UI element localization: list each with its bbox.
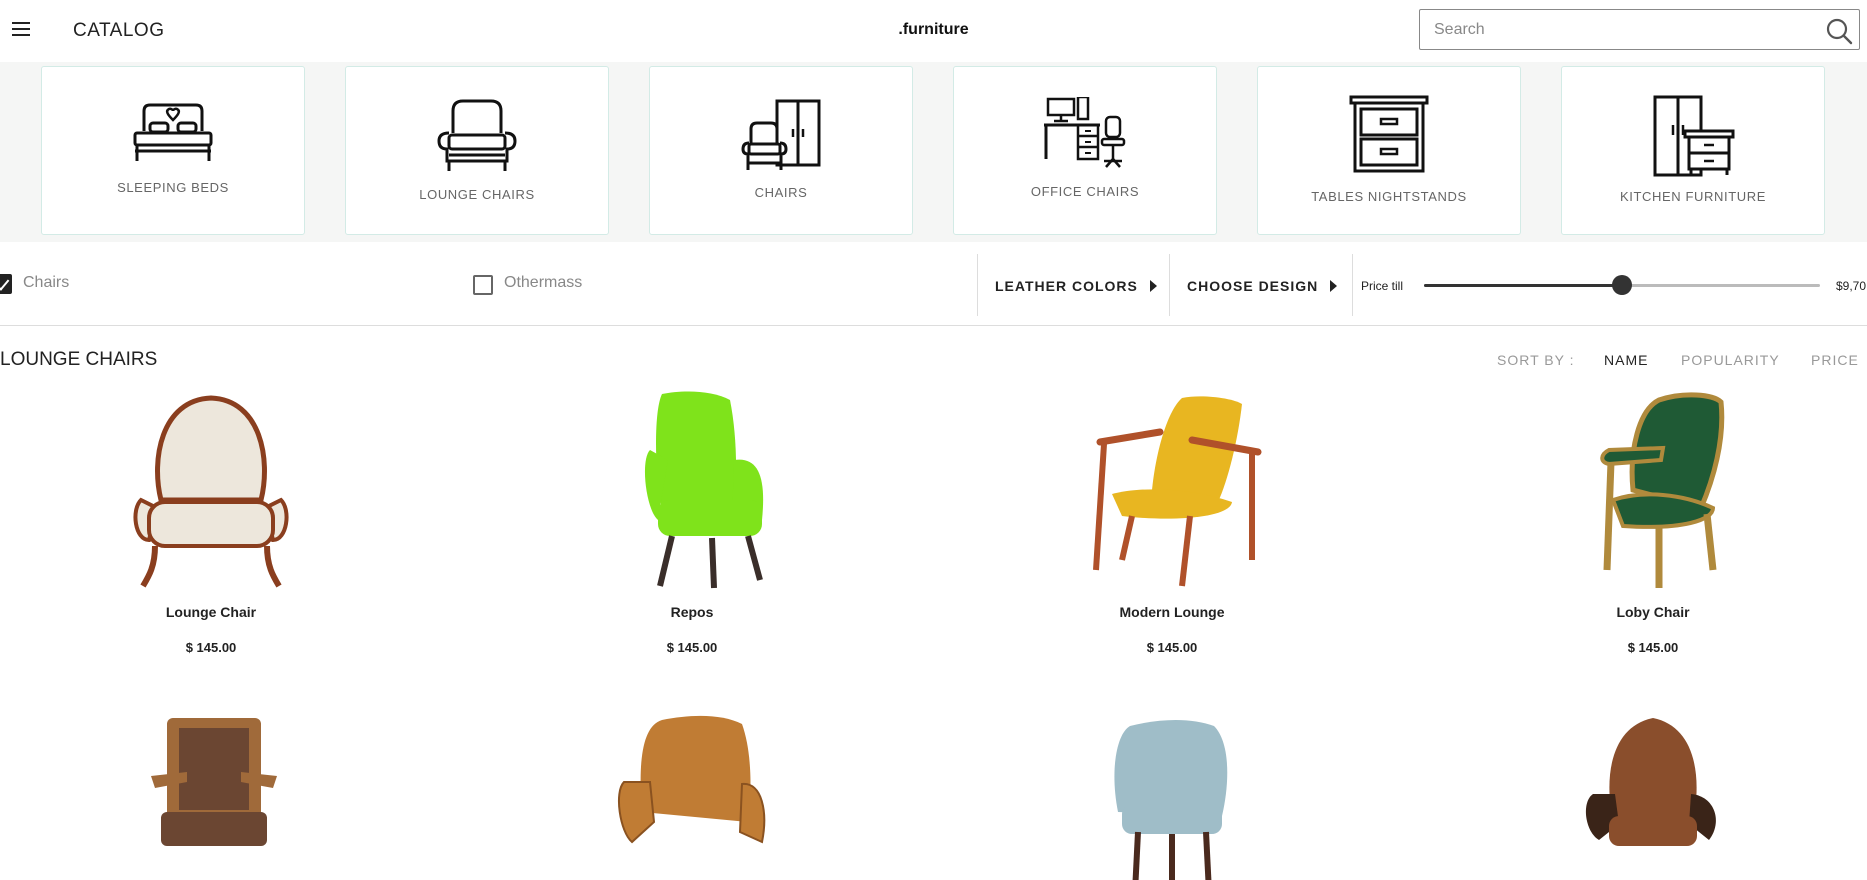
cabinet-icon [1653,95,1735,177]
product-image [644,391,764,589]
category-label: CHAIRS [754,185,808,200]
armchair-icon [437,99,517,171]
product-image [1093,396,1262,587]
search-icon[interactable] [1825,17,1853,45]
filter-bar: Chairs Othermass LEATHER COLORS CHOOSE D… [0,244,1867,326]
product-name[interactable]: Repos [542,604,842,620]
sort-option-price[interactable]: PRICE [1811,352,1859,368]
product-price: $ 145.00 [185,640,237,655]
chair-leg [1703,513,1717,571]
chair-leg [1093,443,1107,571]
chair-wardrobe-icon [741,99,821,170]
product-image [1600,392,1725,588]
chair-arm [617,781,656,844]
category-label: OFFICE CHAIRS [1030,184,1140,199]
product-price: $ 145.00 [666,640,718,655]
product-card[interactable]: Modern Lounge $ 145.00 [1022,390,1322,655]
section-title: LOUNGE CHAIRS [0,349,158,370]
category-label: KITCHEN FURNITURE [1620,189,1766,204]
chair-back [1609,718,1697,822]
chair-back [656,391,737,510]
price-max-value: $9,70 [1836,279,1867,293]
product-card[interactable]: Loby Chair $ 145.00 [1503,390,1803,655]
product-image [1114,720,1228,880]
checkbox-othermass-label[interactable]: Othermass [504,274,582,292]
divider [1169,254,1170,316]
top-header: CATALOG .furniture [0,0,1867,62]
choose-design-label: CHOOSE DESIGN [1187,278,1319,294]
product-card[interactable] [1503,712,1803,880]
product-name[interactable]: Modern Lounge [1022,604,1322,620]
sort-option-name[interactable]: NAME [1604,352,1648,368]
product-card[interactable]: Repos $ 145.00 [542,390,842,655]
price-label: Price till [1361,279,1404,293]
chair-back [179,728,249,810]
chair-leg [657,535,675,587]
divider [977,254,978,316]
category-card-kitchen-furniture[interactable]: KITCHEN FURNITURE [1561,66,1825,235]
chair-leg [264,545,282,588]
product-card[interactable] [1022,712,1322,880]
product-image [1585,718,1716,846]
price-slider-thumb[interactable] [1612,275,1632,295]
category-label: TABLES NIGHTSTANDS [1311,189,1467,204]
product-name[interactable]: Lounge Chair [61,604,361,620]
category-card-lounge-chairs[interactable]: LOUNGE CHAIRS [345,66,609,235]
checkbox-othermass[interactable] [473,275,493,295]
search-input[interactable] [1434,18,1814,42]
price-slider[interactable] [1424,275,1820,295]
product-card[interactable]: Lounge Chair $ 145.00 [61,390,361,655]
category-label: SLEEPING BEDS [117,180,229,195]
product-name[interactable]: Loby Chair [1503,604,1803,620]
sort-option-popularity[interactable]: POPULARITY [1681,352,1780,368]
chair-leg [140,545,158,588]
chair-arm [738,782,766,844]
chair-leg [745,535,763,581]
chair-leg [709,537,717,589]
chair-leg [1203,831,1212,880]
chair-back [1114,720,1228,816]
checkbox-chairs-label[interactable]: Chairs [23,274,69,292]
checkbox-chairs[interactable] [0,274,12,294]
nightstand-icon [1349,95,1429,173]
choose-design-dropdown[interactable]: CHOOSE DESIGN [1187,278,1338,294]
chair-seat [658,500,762,536]
catalog-title[interactable]: CATALOG [73,20,164,42]
chair-seat [161,812,267,846]
search-box[interactable] [1419,9,1860,50]
price-slider-fill [1424,284,1622,287]
office-desk-icon [1044,97,1126,168]
leather-colors-dropdown[interactable]: LEATHER COLORS [995,278,1157,294]
category-card-office-chairs[interactable]: OFFICE CHAIRS [953,66,1217,235]
product-image [133,395,289,588]
chair-leg [1132,831,1141,880]
chair-leg [1603,461,1615,571]
sort-by-label: SORT BY : [1497,352,1575,368]
product-image [617,715,766,844]
product-card[interactable] [61,712,361,880]
product-card[interactable] [542,712,842,880]
bed-icon [133,103,213,161]
chair-arm [1096,428,1164,446]
chair-seat [1122,804,1222,834]
category-card-tables-nightstands[interactable]: TABLES NIGHTSTANDS [1257,66,1521,235]
category-label: LOUNGE CHAIRS [419,187,535,202]
product-price: $ 145.00 [1627,640,1679,655]
product-image [151,718,277,846]
chair-seat [147,500,275,548]
chair-back [155,395,267,503]
product-price: $ 145.00 [1146,640,1198,655]
leather-colors-label: LEATHER COLORS [995,278,1138,294]
chair-arm [1600,445,1666,467]
divider [1352,254,1353,316]
chair-seat [1609,816,1697,846]
chair-leg [1119,515,1135,561]
hamburger-icon[interactable] [12,22,30,38]
chair-leg [1179,515,1193,587]
chair-back [640,715,751,822]
category-card-chairs[interactable]: CHAIRS [649,66,913,235]
caret-right-icon [1149,280,1157,292]
caret-right-icon [1330,280,1338,292]
category-card-sleeping-beds[interactable]: SLEEPING BEDS [41,66,305,235]
